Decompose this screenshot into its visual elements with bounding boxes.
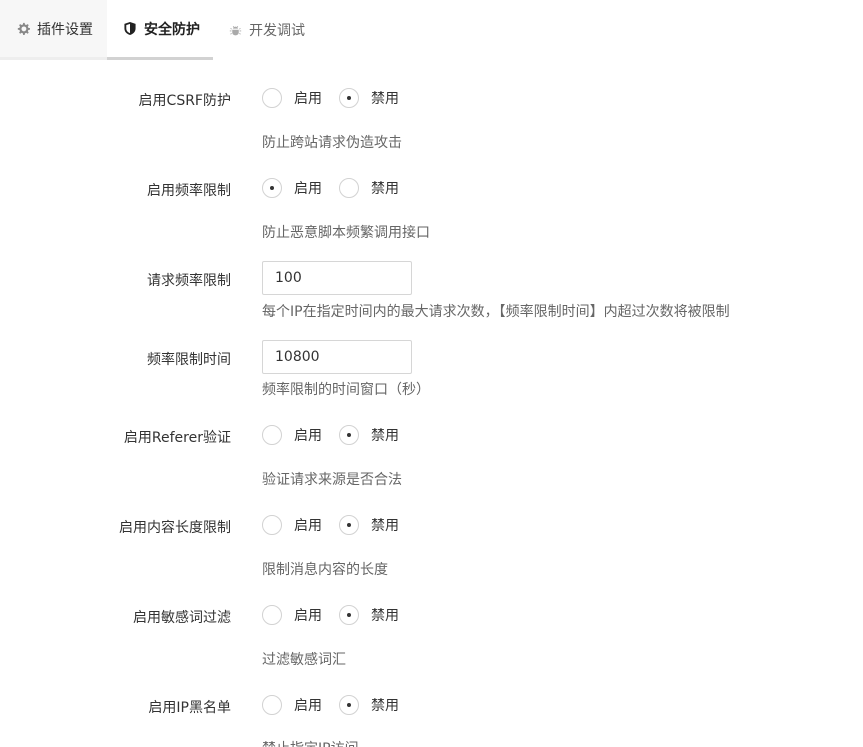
radio-circle (339, 425, 359, 445)
plugin-settings-page: 插件设置 安全防护 开发调试 启用CSRF防护 启用 禁用 防止跨站请求伪造攻击… (0, 0, 863, 747)
radio-label: 启用 (294, 91, 322, 107)
content-length-enable-radio[interactable]: 启用 (262, 515, 322, 535)
radio-label: 禁用 (371, 608, 399, 624)
radio-circle (262, 605, 282, 625)
radio-circle (339, 88, 359, 108)
radio-circle (262, 88, 282, 108)
request-limit-input[interactable] (262, 261, 412, 295)
tab-security[interactable]: 安全防护 (107, 0, 213, 60)
request-limit-label: 请求频率限制 (147, 273, 231, 289)
radio-circle (339, 515, 359, 535)
radio-circle (262, 178, 282, 198)
rate-limit-hint: 防止恶意脚本频繁调用接口 (262, 225, 430, 241)
radio-circle (262, 695, 282, 715)
limit-window-label: 频率限制时间 (147, 352, 231, 368)
radio-circle (262, 515, 282, 535)
ip-blacklist-hint: 禁止指定IP访问 (262, 738, 359, 747)
content-length-label: 启用内容长度限制 (119, 520, 231, 536)
tab-bar: 插件设置 安全防护 开发调试 (0, 0, 863, 60)
ip-blacklist-enable-radio[interactable]: 启用 (262, 695, 322, 715)
sensitive-words-hint: 过滤敏感词汇 (262, 652, 346, 668)
csrf-hint: 防止跨站请求伪造攻击 (262, 135, 402, 151)
radio-circle (262, 425, 282, 445)
content-length-hint: 限制消息内容的长度 (262, 562, 388, 578)
tab-debug-label: 开发调试 (249, 23, 305, 39)
referer-hint: 验证请求来源是否合法 (262, 472, 402, 488)
shield-icon (123, 22, 137, 36)
radio-label: 启用 (294, 181, 322, 197)
gear-icon (16, 22, 30, 36)
sensitive-words-disable-radio[interactable]: 禁用 (339, 605, 399, 625)
radio-label: 禁用 (371, 428, 399, 444)
csrf-enable-radio[interactable]: 启用 (262, 88, 322, 108)
radio-circle (339, 178, 359, 198)
tab-debug[interactable]: 开发调试 (213, 0, 323, 60)
rate-limit-enable-radio[interactable]: 启用 (262, 178, 322, 198)
radio-circle (339, 695, 359, 715)
rate-limit-disable-radio[interactable]: 禁用 (339, 178, 399, 198)
referer-label: 启用Referer验证 (123, 430, 231, 446)
bug-icon (228, 23, 242, 37)
request-limit-hint: 每个IP在指定时间内的最大请求次数，【频率限制时间】内超过次数将被限制 (262, 304, 730, 320)
radio-label: 启用 (294, 518, 322, 534)
csrf-disable-radio[interactable]: 禁用 (339, 88, 399, 108)
tab-plugin-settings-label: 插件设置 (37, 21, 93, 38)
sensitive-words-enable-radio[interactable]: 启用 (262, 605, 322, 625)
limit-window-input[interactable] (262, 340, 412, 374)
radio-label: 启用 (294, 428, 322, 444)
csrf-label: 启用CSRF防护 (138, 93, 231, 109)
rate-limit-label: 启用频率限制 (147, 183, 231, 199)
sensitive-words-label: 启用敏感词过滤 (133, 610, 231, 626)
referer-enable-radio[interactable]: 启用 (262, 425, 322, 445)
radio-label: 启用 (294, 698, 322, 714)
ip-blacklist-label: 启用IP黑名单 (148, 700, 231, 716)
limit-window-hint: 频率限制的时间窗口（秒） (262, 382, 430, 398)
content-length-disable-radio[interactable]: 禁用 (339, 515, 399, 535)
radio-label: 禁用 (371, 181, 399, 197)
referer-disable-radio[interactable]: 禁用 (339, 425, 399, 445)
tab-security-label: 安全防护 (144, 21, 200, 38)
radio-label: 禁用 (371, 91, 399, 107)
ip-blacklist-disable-radio[interactable]: 禁用 (339, 695, 399, 715)
radio-label: 禁用 (371, 518, 399, 534)
tab-plugin-settings[interactable]: 插件设置 (0, 0, 107, 60)
radio-label: 启用 (294, 608, 322, 624)
radio-circle (339, 605, 359, 625)
radio-label: 禁用 (371, 698, 399, 714)
